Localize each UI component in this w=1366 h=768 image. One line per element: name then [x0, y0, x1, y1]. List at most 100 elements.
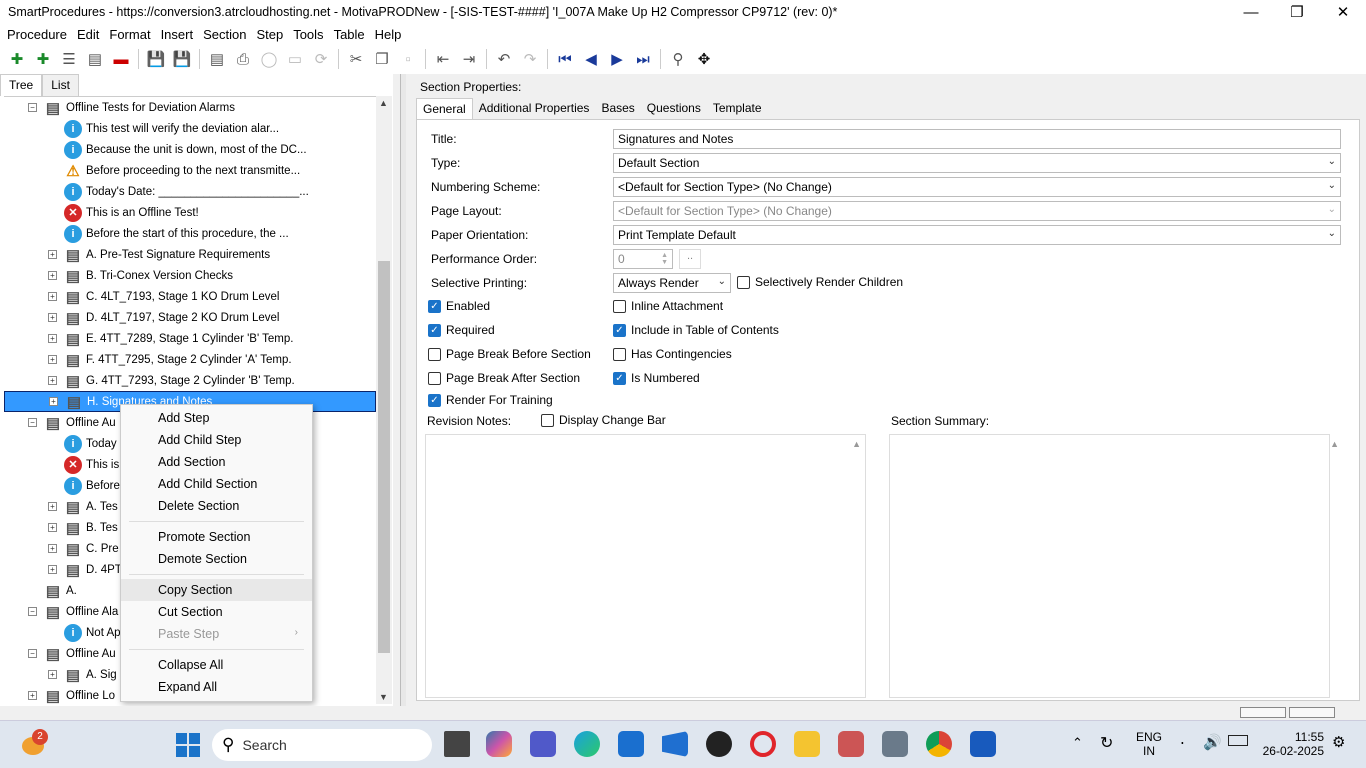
tree-node[interactable]: i Before the start of this procedure, the…	[4, 223, 376, 244]
scroll-up-icon[interactable]: ▲	[852, 439, 861, 449]
revision-notes-editor[interactable]: ▲	[425, 434, 866, 698]
selective-printing-select[interactable]: Always Render ⌄	[613, 273, 731, 293]
network-sync-icon[interactable]: ↻	[1100, 733, 1113, 753]
menu-section[interactable]: Section	[198, 27, 251, 42]
scrollbar-thumb[interactable]	[378, 261, 390, 653]
has-contingencies-checkbox[interactable]: Has Contingencies	[613, 347, 732, 361]
expand-icon[interactable]: +	[48, 376, 57, 385]
app-icon[interactable]	[662, 731, 688, 757]
spinner-icon[interactable]: ▲ ▼	[661, 252, 668, 266]
task-view-icon[interactable]	[444, 731, 470, 757]
save-all-icon[interactable]: 💾	[143, 46, 169, 72]
minimize-button[interactable]: —	[1228, 0, 1274, 24]
tree-node[interactable]: i Because the unit is down, most of the D…	[4, 139, 376, 160]
menu-item-paste-step[interactable]: Paste Step ›	[121, 623, 312, 645]
widgets-icon[interactable]: 2	[20, 729, 48, 757]
list-detail-icon[interactable]: ▤	[82, 46, 108, 72]
folder-icon[interactable]	[794, 731, 820, 757]
tree-node[interactable]: + ▤ F. 4TT_7295, Stage 2 Cylinder 'A' Temp…	[4, 349, 376, 370]
include-toc-checkbox[interactable]: ✓ Include in Table of Contents	[613, 323, 779, 337]
tree-node[interactable]: + ▤ A. Pre-Test Signature Requirements	[4, 244, 376, 265]
tree-node[interactable]: + ▤ C. 4LT_7193, Stage 1 KO Drum Level	[4, 286, 376, 307]
edge-icon[interactable]	[574, 731, 600, 757]
close-button[interactable]: ✕	[1320, 0, 1366, 24]
find-icon[interactable]: ⚲	[665, 46, 691, 72]
tab-questions[interactable]: Questions	[641, 98, 707, 119]
chrome-icon[interactable]	[926, 731, 952, 757]
tree-node[interactable]: ⚠ Before proceeding to the next transmitt…	[4, 160, 376, 181]
outdent-icon[interactable]: ⇤	[430, 46, 456, 72]
list-icon[interactable]: ☰	[56, 46, 82, 72]
tree-node[interactable]: + ▤ G. 4TT_7293, Stage 2 Cylinder 'B' Temp…	[4, 370, 376, 391]
required-checkbox[interactable]: ✓ Required	[428, 323, 495, 337]
language-indicator[interactable]: ENG IN	[1136, 730, 1162, 758]
expand-icon[interactable]: +	[48, 334, 57, 343]
expand-icon[interactable]: +	[48, 565, 57, 574]
expand-icon[interactable]: +	[48, 292, 57, 301]
settings-notification-icon[interactable]: ⚙	[1332, 733, 1345, 751]
opera-icon[interactable]	[750, 731, 776, 757]
enabled-checkbox[interactable]: ✓ Enabled	[428, 299, 490, 313]
expand-icon[interactable]: +	[48, 523, 57, 532]
display-change-bar-checkbox[interactable]: Display Change Bar	[541, 413, 666, 427]
section-summary-editor[interactable]: ▲	[889, 434, 1339, 698]
page-break-before-checkbox[interactable]: Page Break Before Section	[428, 347, 591, 361]
tab-tree[interactable]: Tree	[0, 74, 43, 96]
menu-tools[interactable]: Tools	[288, 27, 328, 42]
collapse-icon[interactable]: −	[28, 103, 37, 112]
menu-item-delete-section[interactable]: Delete Section	[121, 495, 312, 517]
menu-item-add-section[interactable]: Add Section	[121, 451, 312, 473]
expand-icon[interactable]: +	[28, 691, 37, 700]
title-field[interactable]: Signatures and Notes	[613, 129, 1341, 149]
expand-icon[interactable]: +	[48, 355, 57, 364]
move-icon[interactable]: ✥	[691, 46, 717, 72]
layout-select[interactable]: <Default for Section Type> (No Change) ⌄	[613, 201, 1341, 221]
spell-icon[interactable]: ⟳	[308, 46, 334, 72]
store-icon[interactable]	[618, 731, 644, 757]
inline-attachment-checkbox[interactable]: Inline Attachment	[613, 299, 723, 313]
expand-icon[interactable]: +	[48, 544, 57, 553]
tree-node[interactable]: ✕ This is an Offline Test!	[4, 202, 376, 223]
copilot-icon[interactable]	[486, 731, 512, 757]
taskbar-search[interactable]: ⚲ Search	[212, 729, 432, 761]
tree-node[interactable]: − ▤ Offline Tests for Deviation Alarms	[4, 97, 376, 118]
panel-splitter[interactable]	[400, 74, 406, 706]
expand-icon[interactable]: +	[48, 670, 57, 679]
previous-icon[interactable]: ◀	[578, 46, 604, 72]
menu-edit[interactable]: Edit	[72, 27, 104, 42]
expand-icon[interactable]: +	[48, 271, 57, 280]
page-break-after-checkbox[interactable]: Page Break After Section	[428, 371, 580, 385]
menu-item-add-child-section[interactable]: Add Child Section	[121, 473, 312, 495]
battery-icon[interactable]	[1228, 735, 1248, 746]
clock[interactable]: 11:55 26-02-2025	[1258, 730, 1324, 758]
menu-procedure[interactable]: Procedure	[2, 27, 72, 42]
last-icon[interactable]: ⏭	[630, 46, 656, 72]
performance-order-input[interactable]: 0 ▲ ▼	[613, 249, 673, 269]
tree-node[interactable]: + ▤ D. 4LT_7197, Stage 2 KO Drum Level	[4, 307, 376, 328]
tab-list[interactable]: List	[42, 74, 79, 96]
tab-additional-properties[interactable]: Additional Properties	[473, 98, 596, 119]
performance-order-button[interactable]: ..	[679, 249, 701, 269]
menu-table[interactable]: Table	[329, 27, 370, 42]
save-icon[interactable]: 💾	[169, 46, 195, 72]
collapse-icon[interactable]: −	[28, 649, 37, 658]
collapse-icon[interactable]: −	[28, 418, 37, 427]
menu-help[interactable]: Help	[370, 27, 407, 42]
refresh-icon[interactable]: ◯	[256, 46, 282, 72]
menu-item-copy-section[interactable]: Copy Section	[121, 579, 312, 601]
tab-template[interactable]: Template	[707, 98, 768, 119]
collapse-icon[interactable]: −	[28, 607, 37, 616]
menu-item-add-child-step[interactable]: Add Child Step	[121, 429, 312, 451]
expand-icon[interactable]: +	[49, 397, 58, 406]
expand-icon[interactable]: +	[48, 250, 57, 259]
redo-icon[interactable]: ↷	[517, 46, 543, 72]
restore-button[interactable]: ❐	[1274, 0, 1320, 24]
scroll-up-icon[interactable]: ▲	[1330, 439, 1339, 449]
cut-icon[interactable]: ✂	[343, 46, 369, 72]
tree-node[interactable]: i Today's Date: ______________________...	[4, 181, 376, 202]
selectively-render-children-checkbox[interactable]: Selectively Render Children	[737, 275, 903, 289]
scroll-up-icon[interactable]: ▲	[379, 98, 388, 108]
wifi-icon[interactable]: ⋅	[1180, 734, 1185, 752]
menu-item-add-step[interactable]: Add Step	[121, 407, 312, 429]
next-icon[interactable]: ▶	[604, 46, 630, 72]
